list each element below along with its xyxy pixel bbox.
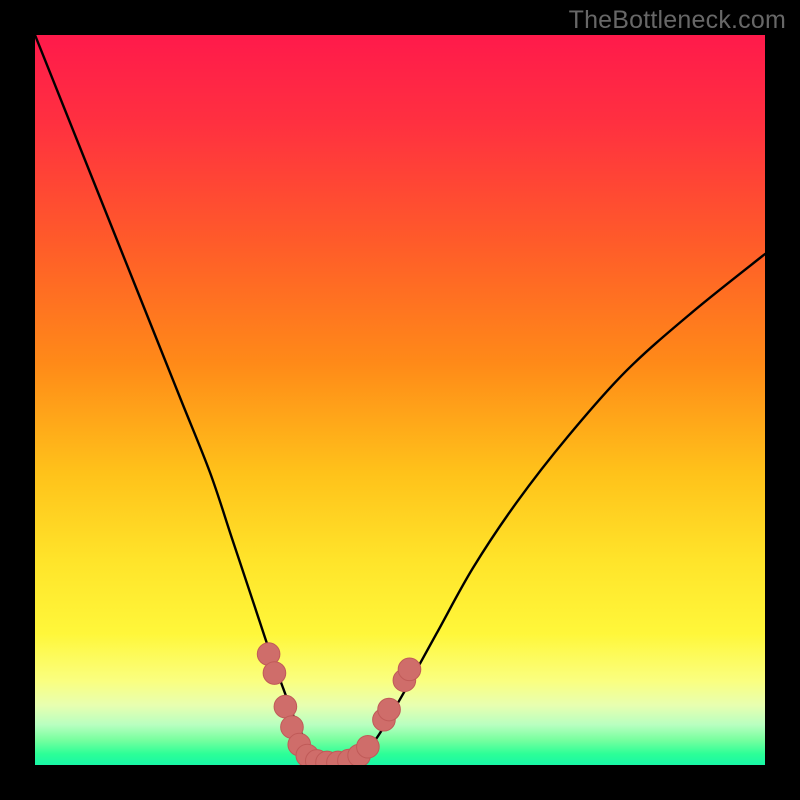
curve-marker xyxy=(378,698,401,721)
curve-marker xyxy=(263,662,286,685)
curve-marker xyxy=(274,695,297,718)
bottleneck-chart xyxy=(0,0,800,800)
curve-marker xyxy=(357,735,380,758)
curve-marker xyxy=(398,658,421,681)
watermark-text: TheBottleneck.com xyxy=(569,6,786,35)
chart-frame: { "watermark": "TheBottleneck.com", "col… xyxy=(0,0,800,800)
gradient-backdrop xyxy=(35,35,765,765)
